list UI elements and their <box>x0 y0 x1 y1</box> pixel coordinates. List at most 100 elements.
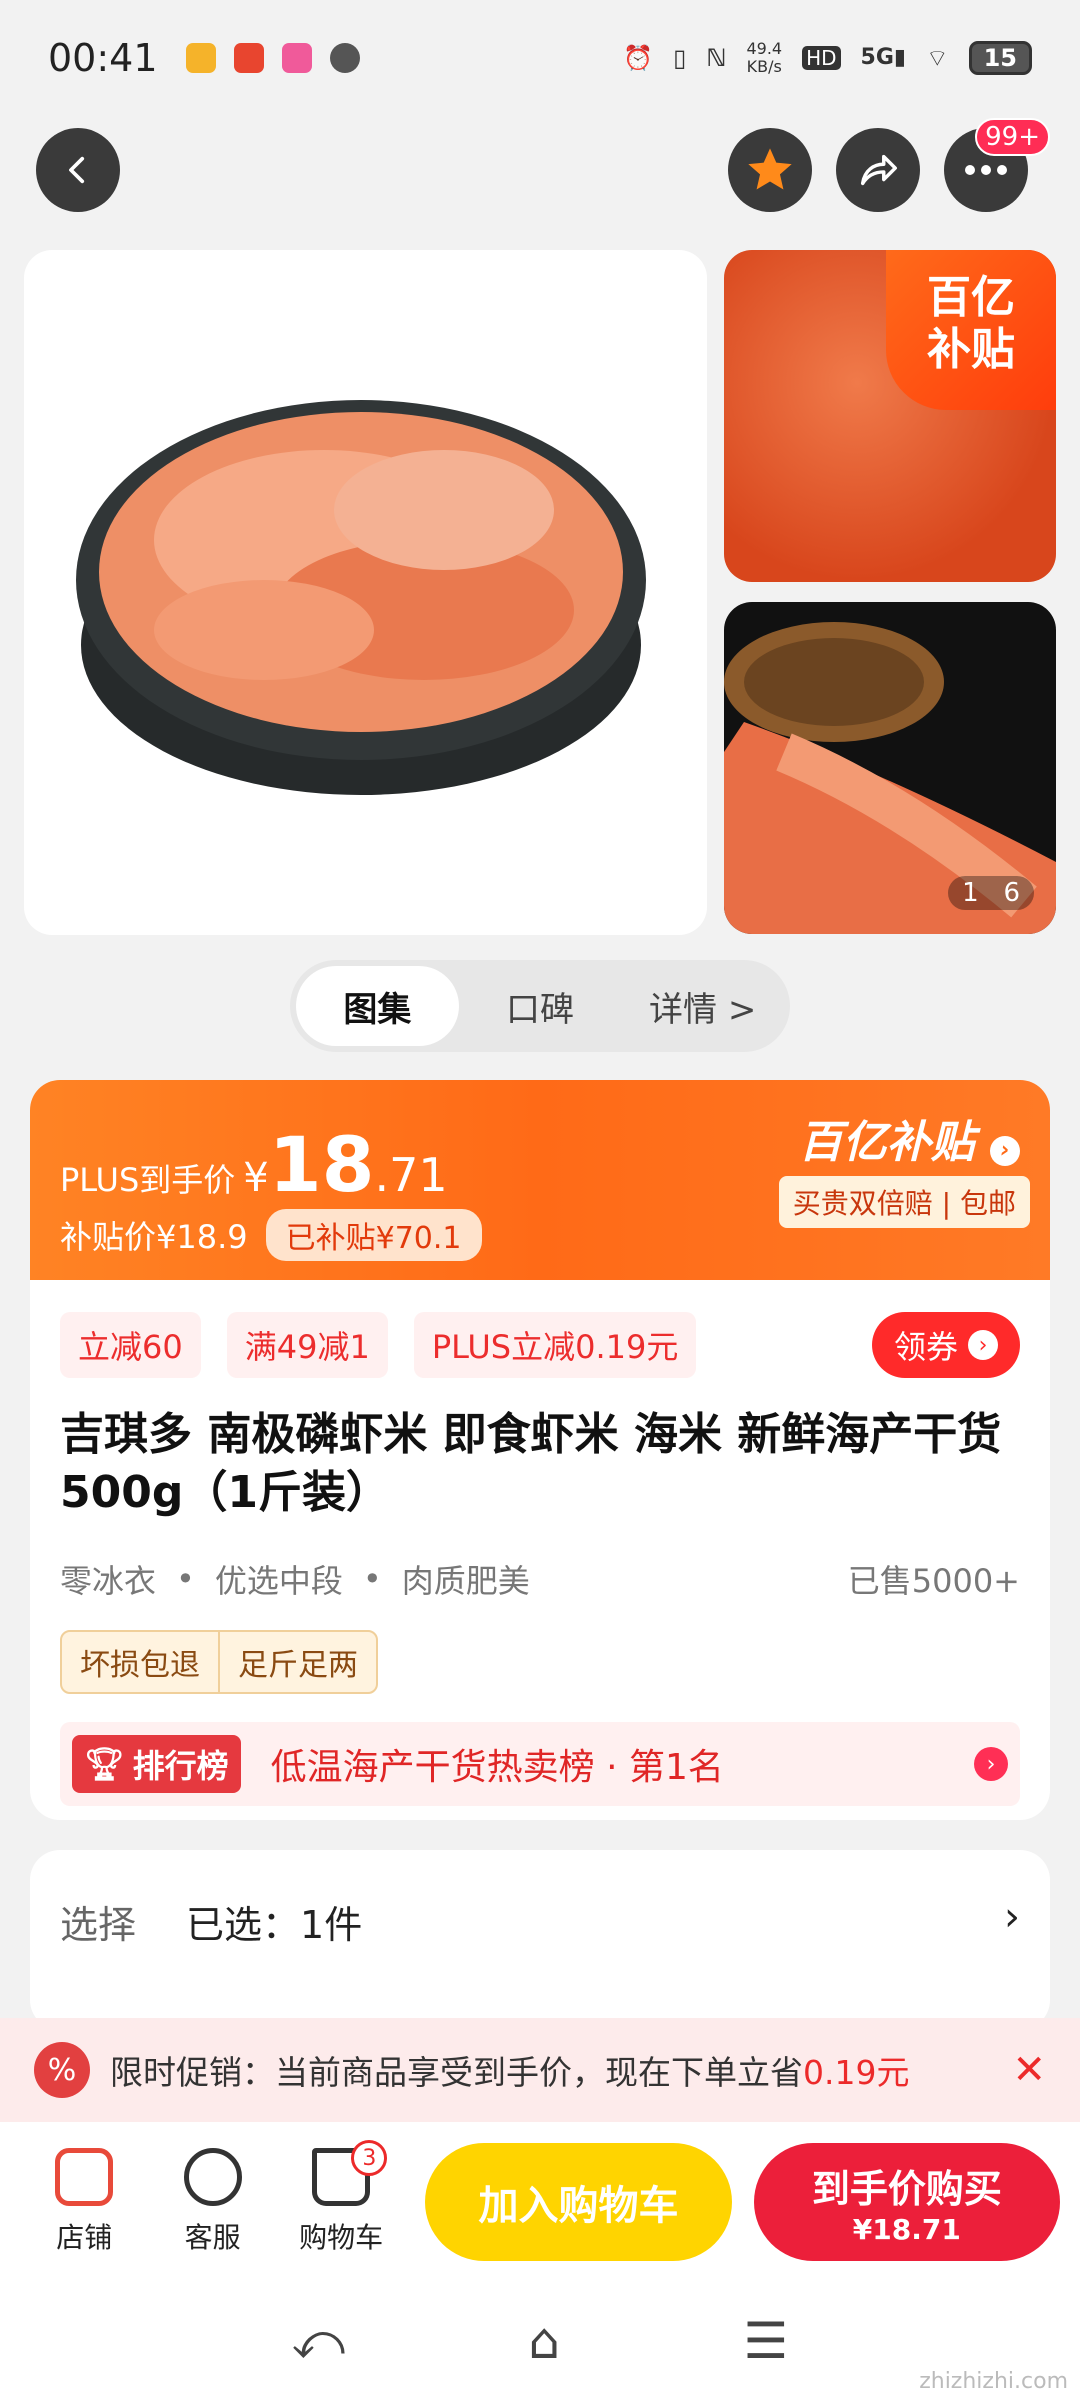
customer-service-button[interactable]: 客服 <box>148 2148 276 2256</box>
app-notification-icon <box>185 42 216 73</box>
signal-icon: 5G▮ <box>860 45 907 70</box>
price-header: PLUS到手价 ¥ 18 .71 补贴价¥18.9 已补贴¥70.1 百亿补贴 … <box>30 1080 1050 1280</box>
feature-item: 零冰衣 <box>60 1562 157 1600</box>
cart-label: 购物车 <box>299 2221 384 2254</box>
ranking-bar[interactable]: 🏆︎ 排行榜 低温海产干货热卖榜 · 第1名 › <box>60 1722 1020 1806</box>
service-tag: 足斤足两 <box>218 1632 376 1692</box>
separator-dot: • <box>176 1560 195 1598</box>
more-button[interactable]: 99+ <box>944 118 1050 212</box>
plus-price-label: PLUS到手价 <box>60 1161 236 1199</box>
cart-button[interactable]: 3 购物车 <box>277 2140 405 2256</box>
alarm-icon: ⏰ <box>623 43 654 72</box>
home-nav-icon[interactable]: ⌂ <box>528 2312 560 2370</box>
discount-icon: % <box>34 2042 90 2098</box>
spec-select-row[interactable]: 选择 已选：1件 › <box>30 1850 1050 2030</box>
thumbnail-image-1[interactable]: 百亿 补贴 <box>724 250 1056 582</box>
chevron-left-icon <box>69 156 85 184</box>
feature-item: 肉质肥美 <box>401 1562 530 1600</box>
back-nav-icon[interactable]: ⤺ <box>292 2312 345 2371</box>
product-info: 立减60 满49减1 PLUS立减0.19元 领券 › 吉琪多 南极磷虾米 即食虾… <box>30 1280 1050 1820</box>
chat-icon <box>183 2148 242 2206</box>
store-icon <box>55 2148 114 2206</box>
share-icon <box>860 154 897 186</box>
price-integer: 18 <box>268 1120 375 1209</box>
chevron-right-icon: › <box>1004 1894 1020 1940</box>
nfc-icon: ℕ <box>706 43 727 72</box>
coupon-tag[interactable]: PLUS立减0.19元 <box>413 1312 697 1378</box>
service-label: 客服 <box>184 2221 241 2254</box>
status-time: 00:41 <box>48 35 158 80</box>
promo-text: 限时促销：当前商品享受到手价，现在下单立省 <box>110 2053 803 2092</box>
thumbnail-image-2[interactable]: 1 6 <box>724 602 1056 934</box>
product-title: 吉琪多 南极磷虾米 即食虾米 海米 新鲜海产干货 500g（1斤装） <box>60 1409 1002 1518</box>
get-coupon-button[interactable]: 领券 › <box>871 1312 1020 1378</box>
signal-label: 5G <box>860 45 894 70</box>
buy-now-price: ¥18.71 <box>852 2213 961 2246</box>
select-value: 已选：1件 <box>186 1903 363 1947</box>
net-speed-unit: KB/s <box>746 56 782 76</box>
promo-banner: % 限时促销：当前商品享受到手价，现在下单立省 0.19元 ✕ <box>0 2018 1080 2122</box>
hd-icon: HD <box>802 45 841 70</box>
separator-dot: • <box>362 1560 382 1598</box>
wifi-icon: ⌔ <box>926 43 949 72</box>
more-dots-icon <box>965 165 1007 175</box>
feature-row: 零冰衣 • 优选中段 • 肉质肥美 已售5000+ <box>60 1556 1020 1602</box>
trophy-icon: 🏆︎ <box>84 1745 125 1783</box>
feature-item: 优选中段 <box>214 1562 343 1600</box>
watermark: zhizhizhi.com <box>919 2369 1068 2394</box>
store-button[interactable]: 店铺 <box>20 2148 148 2256</box>
sold-count: 已售5000+ <box>847 1562 1020 1600</box>
ranking-pill: 🏆︎ 排行榜 <box>72 1735 241 1793</box>
share-button[interactable] <box>836 128 920 212</box>
menu-nav-icon[interactable]: ☰ <box>743 2312 788 2370</box>
page-total: 6 <box>1003 878 1020 908</box>
page-counter: 1 6 <box>948 876 1034 910</box>
promo-amount: 0.19元 <box>803 2053 910 2092</box>
message-icon <box>329 42 360 73</box>
product-gallery: 百亿 补贴 1 6 <box>24 250 1056 935</box>
favorite-button[interactable] <box>728 128 812 212</box>
service-tags[interactable]: 坏损包退 足斤足两 <box>60 1630 378 1694</box>
tab-gallery[interactable]: 图集 <box>296 966 459 1046</box>
buy-now-button[interactable]: 到手价购买 ¥18.71 <box>753 2143 1060 2261</box>
close-icon[interactable]: ✕ <box>1012 2047 1046 2093</box>
star-icon <box>748 148 792 190</box>
get-coupon-label: 领券 <box>893 1328 958 1366</box>
chevron-right-icon: › <box>974 1747 1008 1781</box>
subsidy-corner-badge: 百亿 补贴 <box>886 250 1056 410</box>
net-speed: 49.4 KB/s <box>746 38 783 76</box>
subsidy-brand-text: 百亿补贴 <box>798 1117 975 1168</box>
app-notification-icon <box>233 42 264 73</box>
price-decimal: .71 <box>374 1148 448 1202</box>
guarantee-badge: 买贵双倍赔 | 包邮 <box>778 1176 1030 1228</box>
vibrate-icon: ▯ <box>673 43 687 72</box>
notification-icons <box>185 42 360 73</box>
system-navigation-bar: ⤺ ⌂ ☰ zhizhizhi.com <box>0 2282 1080 2400</box>
tab-details[interactable]: 详情 > <box>621 966 784 1046</box>
chevron-right-icon: › <box>990 1135 1020 1166</box>
coupon-tag[interactable]: 满49减1 <box>226 1312 388 1378</box>
page-current: 1 <box>962 878 979 908</box>
bottom-action-bar: 店铺 客服 3 购物车 加入购物车 到手价购买 ¥18.71 <box>0 2122 1080 2282</box>
app-notification-icon <box>281 42 312 73</box>
tab-reviews[interactable]: 口碑 <box>459 966 622 1046</box>
currency-symbol: ¥ <box>243 1155 269 1201</box>
net-speed-value: 49.4 <box>746 38 783 58</box>
more-badge: 99+ <box>975 118 1050 156</box>
chevron-right-icon: › <box>968 1330 998 1360</box>
coupon-tag[interactable]: 立减60 <box>60 1312 201 1378</box>
main-product-image[interactable] <box>24 250 707 935</box>
ranking-pill-label: 排行榜 <box>132 1747 229 1785</box>
select-label: 选择 <box>60 1903 137 1947</box>
shrimp-bowl-image <box>76 400 646 795</box>
subsidy-brand-logo[interactable]: 百亿补贴 › <box>799 1106 1020 1170</box>
subsidy-corner-line1: 百亿 <box>927 272 1015 323</box>
status-bar: 00:41 ⏰ ▯ ℕ 49.4 KB/s HD 5G▮ ⌔ 15 <box>0 0 1080 115</box>
add-to-cart-button[interactable]: 加入购物车 <box>425 2143 732 2261</box>
ranking-text: 低温海产干货热卖榜 · 第1名 <box>270 1747 724 1788</box>
battery-icon: 15 <box>968 40 1032 75</box>
cart-badge: 3 <box>351 2140 388 2176</box>
service-tag: 坏损包退 <box>80 1648 200 1683</box>
subsidy-corner-line2: 补贴 <box>927 324 1015 375</box>
back-button[interactable] <box>36 128 120 212</box>
